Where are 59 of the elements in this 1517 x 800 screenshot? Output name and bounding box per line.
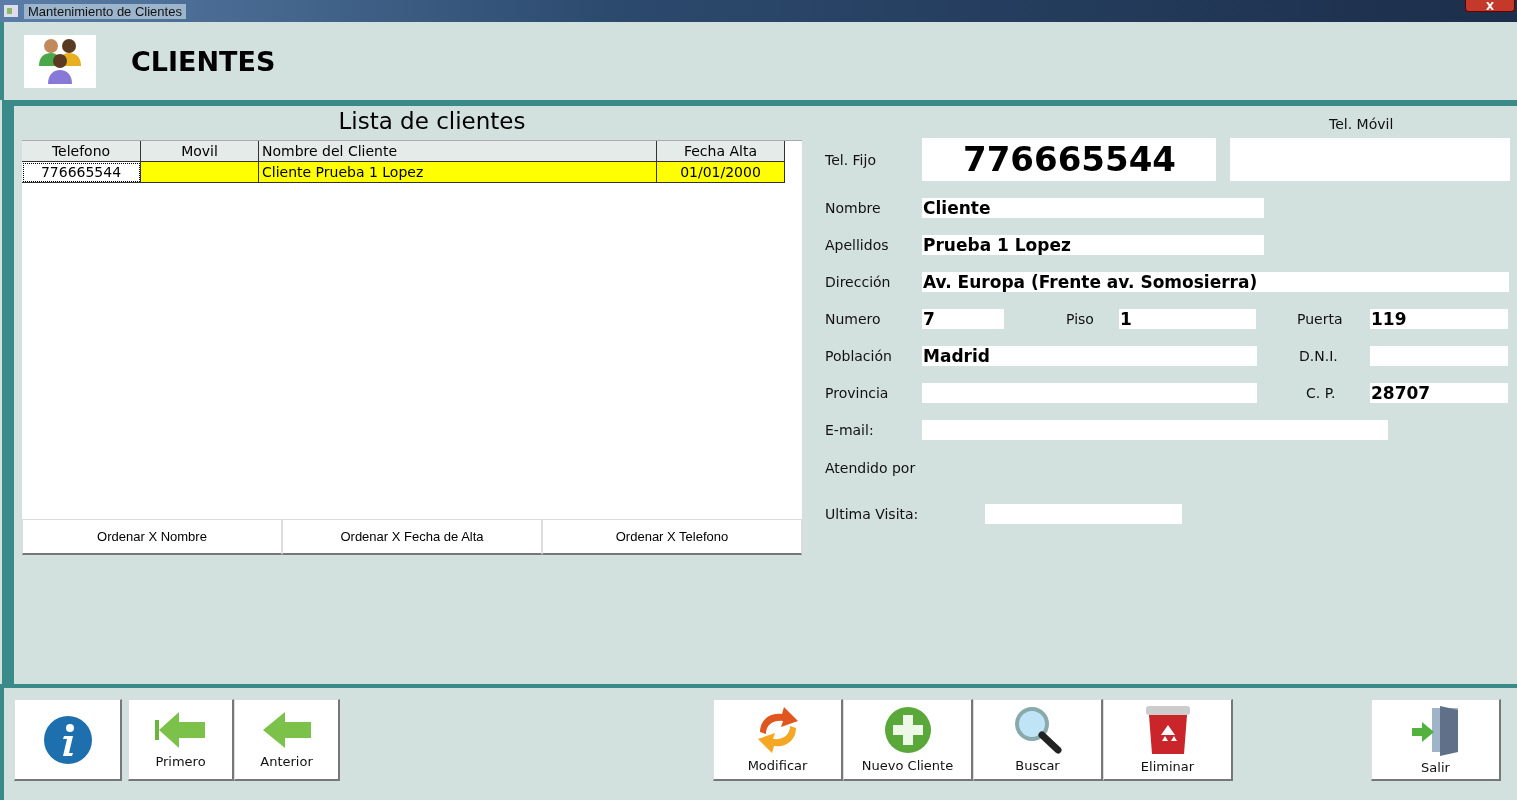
sort-button[interactable]: Ordenar X Telefono bbox=[542, 519, 802, 555]
toolbar-button[interactable]: Nuevo Cliente bbox=[843, 699, 973, 781]
info-icon bbox=[42, 714, 93, 765]
input-field[interactable]: 776665544 bbox=[922, 138, 1216, 181]
input-field[interactable]: Prueba 1 Lopez bbox=[922, 235, 1264, 255]
field-label: Puerta bbox=[1297, 311, 1344, 327]
table-cell: 01/01/2000 bbox=[657, 162, 785, 183]
sort-button[interactable]: Ordenar X Nombre bbox=[22, 519, 282, 555]
list-title: Lista de clientes bbox=[337, 108, 527, 136]
field-label: Tel. Fijo bbox=[825, 151, 877, 168]
toolbar-button[interactable] bbox=[14, 699, 122, 781]
arrow-left-icon bbox=[262, 710, 311, 750]
page-title: CLIENTES bbox=[131, 45, 276, 77]
input-field[interactable]: 28707 bbox=[1370, 383, 1508, 403]
input-field[interactable] bbox=[922, 420, 1388, 440]
toolbar-button[interactable]: Anterior bbox=[234, 699, 340, 781]
column-header[interactable]: Nombre del Cliente bbox=[259, 141, 657, 162]
input-field[interactable] bbox=[1230, 138, 1510, 181]
input-field[interactable]: Madrid bbox=[922, 346, 1257, 366]
close-icon bbox=[1485, 1, 1495, 10]
field-label: Dirección bbox=[825, 274, 892, 290]
field-label: Numero bbox=[825, 311, 882, 327]
app-icon bbox=[4, 5, 18, 17]
field-label: Provincia bbox=[825, 385, 890, 401]
field-label: Nombre bbox=[825, 200, 882, 216]
input-field[interactable] bbox=[1370, 346, 1508, 366]
sort-button[interactable]: Ordenar X Fecha de Alta bbox=[282, 519, 542, 555]
field-label: C. P. bbox=[1306, 385, 1337, 401]
search-icon bbox=[1013, 706, 1062, 754]
window-title: Mantenimiento de Clientes bbox=[24, 3, 186, 19]
plus-circle-icon bbox=[883, 706, 932, 754]
column-header[interactable]: Fecha Alta bbox=[657, 141, 785, 162]
table-cell: Cliente Prueba 1 Lopez bbox=[259, 162, 657, 183]
arrow-left-bar-icon bbox=[154, 710, 207, 750]
field-label: Atendido por bbox=[825, 460, 916, 476]
close-button[interactable] bbox=[1465, 0, 1515, 12]
field-label: Tel. Móvil bbox=[1329, 116, 1394, 132]
toolbar-button[interactable]: Eliminar bbox=[1103, 699, 1233, 781]
input-field[interactable]: Cliente bbox=[922, 198, 1264, 218]
toolbar-button[interactable]: Primero bbox=[128, 699, 234, 781]
toolbar-button[interactable]: Salir bbox=[1371, 699, 1501, 781]
table-cell: 776665544 bbox=[22, 162, 141, 183]
toolbar-button[interactable]: Buscar bbox=[973, 699, 1103, 781]
field-label: Apellidos bbox=[825, 237, 890, 253]
field-label: Ultima Visita: bbox=[825, 506, 920, 522]
field-label: Piso bbox=[1066, 311, 1095, 327]
input-field[interactable]: 1 bbox=[1119, 309, 1256, 329]
input-field[interactable] bbox=[922, 383, 1257, 403]
input-field[interactable] bbox=[985, 504, 1182, 524]
input-field[interactable]: 119 bbox=[1370, 309, 1508, 329]
field-label: E-mail: bbox=[825, 422, 875, 438]
recycle-bin-icon bbox=[1144, 705, 1191, 755]
column-header[interactable]: Movil bbox=[141, 141, 259, 162]
input-field[interactable]: Av. Europa (Frente av. Somosierra) bbox=[922, 272, 1509, 292]
input-field[interactable]: 7 bbox=[922, 309, 1004, 329]
column-header[interactable]: Telefono bbox=[22, 141, 141, 162]
field-label: Población bbox=[825, 348, 893, 364]
field-label: D.N.I. bbox=[1299, 348, 1339, 364]
toolbar-button[interactable]: Modificar bbox=[713, 699, 843, 781]
